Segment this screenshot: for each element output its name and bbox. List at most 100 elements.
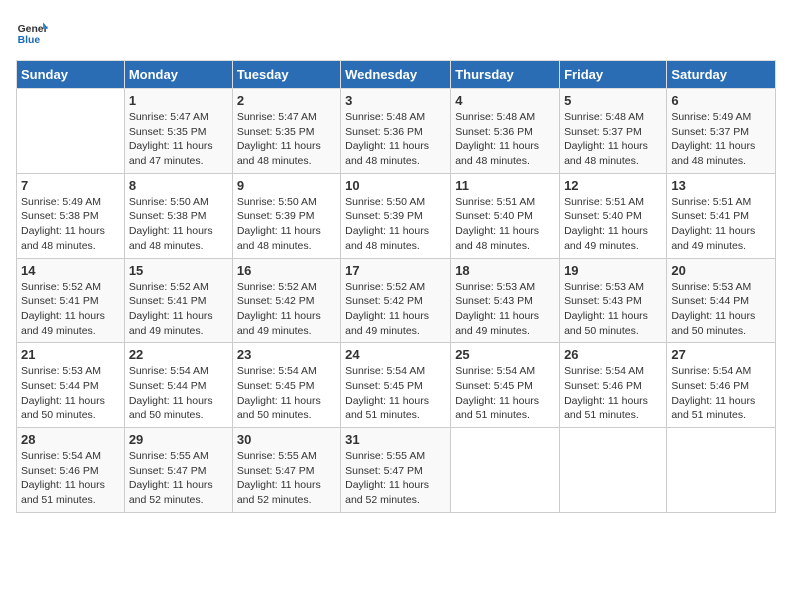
day-info: Sunrise: 5:54 AM Sunset: 5:45 PM Dayligh… bbox=[455, 364, 555, 423]
day-number: 13 bbox=[671, 178, 771, 193]
day-number: 6 bbox=[671, 93, 771, 108]
calendar-cell: 6 Sunrise: 5:49 AM Sunset: 5:37 PM Daylig… bbox=[667, 89, 776, 174]
day-info: Sunrise: 5:54 AM Sunset: 5:46 PM Dayligh… bbox=[564, 364, 662, 423]
day-info: Sunrise: 5:54 AM Sunset: 5:44 PM Dayligh… bbox=[129, 364, 228, 423]
calendar-cell: 17 Sunrise: 5:52 AM Sunset: 5:42 PM Dayli… bbox=[341, 258, 451, 343]
day-number: 19 bbox=[564, 263, 662, 278]
header: General Blue bbox=[16, 16, 776, 48]
calendar-cell: 25 Sunrise: 5:54 AM Sunset: 5:45 PM Dayli… bbox=[451, 343, 560, 428]
day-number: 4 bbox=[455, 93, 555, 108]
day-number: 7 bbox=[21, 178, 120, 193]
calendar-cell: 23 Sunrise: 5:54 AM Sunset: 5:45 PM Dayli… bbox=[232, 343, 340, 428]
calendar-table: SundayMondayTuesdayWednesdayThursdayFrid… bbox=[16, 60, 776, 513]
day-info: Sunrise: 5:47 AM Sunset: 5:35 PM Dayligh… bbox=[129, 110, 228, 169]
day-number: 14 bbox=[21, 263, 120, 278]
day-number: 22 bbox=[129, 347, 228, 362]
day-info: Sunrise: 5:50 AM Sunset: 5:39 PM Dayligh… bbox=[345, 195, 446, 254]
weekday-header: Thursday bbox=[451, 61, 560, 89]
day-number: 15 bbox=[129, 263, 228, 278]
calendar-cell: 26 Sunrise: 5:54 AM Sunset: 5:46 PM Dayli… bbox=[560, 343, 667, 428]
logo: General Blue bbox=[16, 16, 52, 48]
day-number: 11 bbox=[455, 178, 555, 193]
day-info: Sunrise: 5:55 AM Sunset: 5:47 PM Dayligh… bbox=[345, 449, 446, 508]
day-number: 31 bbox=[345, 432, 446, 447]
day-info: Sunrise: 5:48 AM Sunset: 5:37 PM Dayligh… bbox=[564, 110, 662, 169]
day-info: Sunrise: 5:54 AM Sunset: 5:45 PM Dayligh… bbox=[345, 364, 446, 423]
day-info: Sunrise: 5:55 AM Sunset: 5:47 PM Dayligh… bbox=[129, 449, 228, 508]
day-info: Sunrise: 5:53 AM Sunset: 5:43 PM Dayligh… bbox=[455, 280, 555, 339]
calendar-cell bbox=[560, 428, 667, 513]
day-number: 2 bbox=[237, 93, 336, 108]
calendar-cell: 19 Sunrise: 5:53 AM Sunset: 5:43 PM Dayli… bbox=[560, 258, 667, 343]
day-info: Sunrise: 5:51 AM Sunset: 5:41 PM Dayligh… bbox=[671, 195, 771, 254]
day-number: 24 bbox=[345, 347, 446, 362]
calendar-cell: 8 Sunrise: 5:50 AM Sunset: 5:38 PM Daylig… bbox=[124, 173, 232, 258]
weekday-header: Tuesday bbox=[232, 61, 340, 89]
weekday-header: Sunday bbox=[17, 61, 125, 89]
calendar-week-row: 14 Sunrise: 5:52 AM Sunset: 5:41 PM Dayli… bbox=[17, 258, 776, 343]
day-info: Sunrise: 5:50 AM Sunset: 5:39 PM Dayligh… bbox=[237, 195, 336, 254]
calendar-cell: 9 Sunrise: 5:50 AM Sunset: 5:39 PM Daylig… bbox=[232, 173, 340, 258]
day-number: 1 bbox=[129, 93, 228, 108]
calendar-cell bbox=[17, 89, 125, 174]
calendar-cell bbox=[667, 428, 776, 513]
day-info: Sunrise: 5:53 AM Sunset: 5:43 PM Dayligh… bbox=[564, 280, 662, 339]
calendar-cell: 2 Sunrise: 5:47 AM Sunset: 5:35 PM Daylig… bbox=[232, 89, 340, 174]
calendar-cell: 15 Sunrise: 5:52 AM Sunset: 5:41 PM Dayli… bbox=[124, 258, 232, 343]
calendar-cell: 24 Sunrise: 5:54 AM Sunset: 5:45 PM Dayli… bbox=[341, 343, 451, 428]
calendar-cell: 16Sunrise: 5:52 AM Sunset: 5:42 PM Dayli… bbox=[232, 258, 340, 343]
calendar-cell: 10 Sunrise: 5:50 AM Sunset: 5:39 PM Dayli… bbox=[341, 173, 451, 258]
calendar-week-row: 21Sunrise: 5:53 AM Sunset: 5:44 PM Dayli… bbox=[17, 343, 776, 428]
day-number: 17 bbox=[345, 263, 446, 278]
calendar-cell: 30Sunrise: 5:55 AM Sunset: 5:47 PM Dayli… bbox=[232, 428, 340, 513]
calendar-cell: 29 Sunrise: 5:55 AM Sunset: 5:47 PM Dayli… bbox=[124, 428, 232, 513]
day-info: Sunrise: 5:52 AM Sunset: 5:41 PM Dayligh… bbox=[21, 280, 120, 339]
day-number: 8 bbox=[129, 178, 228, 193]
calendar-cell: 13 Sunrise: 5:51 AM Sunset: 5:41 PM Dayli… bbox=[667, 173, 776, 258]
day-number: 26 bbox=[564, 347, 662, 362]
weekday-header: Monday bbox=[124, 61, 232, 89]
day-number: 20 bbox=[671, 263, 771, 278]
weekday-header: Saturday bbox=[667, 61, 776, 89]
calendar-week-row: 1 Sunrise: 5:47 AM Sunset: 5:35 PM Daylig… bbox=[17, 89, 776, 174]
calendar-cell: 27 Sunrise: 5:54 AM Sunset: 5:46 PM Dayli… bbox=[667, 343, 776, 428]
day-number: 29 bbox=[129, 432, 228, 447]
calendar-cell: 22 Sunrise: 5:54 AM Sunset: 5:44 PM Dayli… bbox=[124, 343, 232, 428]
day-number: 25 bbox=[455, 347, 555, 362]
day-number: 3 bbox=[345, 93, 446, 108]
day-number: 30 bbox=[237, 432, 336, 447]
calendar-cell: 3 Sunrise: 5:48 AM Sunset: 5:36 PM Daylig… bbox=[341, 89, 451, 174]
day-info: Sunrise: 5:49 AM Sunset: 5:37 PM Dayligh… bbox=[671, 110, 771, 169]
calendar-week-row: 28Sunrise: 5:54 AM Sunset: 5:46 PM Dayli… bbox=[17, 428, 776, 513]
day-number: 23 bbox=[237, 347, 336, 362]
day-info: Sunrise: 5:51 AM Sunset: 5:40 PM Dayligh… bbox=[455, 195, 555, 254]
day-info: Sunrise: 5:54 AM Sunset: 5:45 PM Dayligh… bbox=[237, 364, 336, 423]
calendar-cell: 5Sunrise: 5:48 AM Sunset: 5:37 PM Daylig… bbox=[560, 89, 667, 174]
day-number: 27 bbox=[671, 347, 771, 362]
day-number: 18 bbox=[455, 263, 555, 278]
day-info: Sunrise: 5:52 AM Sunset: 5:42 PM Dayligh… bbox=[345, 280, 446, 339]
svg-text:Blue: Blue bbox=[18, 35, 41, 46]
day-info: Sunrise: 5:51 AM Sunset: 5:40 PM Dayligh… bbox=[564, 195, 662, 254]
calendar-cell: 12Sunrise: 5:51 AM Sunset: 5:40 PM Dayli… bbox=[560, 173, 667, 258]
day-info: Sunrise: 5:50 AM Sunset: 5:38 PM Dayligh… bbox=[129, 195, 228, 254]
calendar-cell: 14 Sunrise: 5:52 AM Sunset: 5:41 PM Dayli… bbox=[17, 258, 125, 343]
day-number: 21 bbox=[21, 347, 120, 362]
calendar-cell bbox=[451, 428, 560, 513]
day-info: Sunrise: 5:52 AM Sunset: 5:41 PM Dayligh… bbox=[129, 280, 228, 339]
day-info: Sunrise: 5:54 AM Sunset: 5:46 PM Dayligh… bbox=[671, 364, 771, 423]
day-info: Sunrise: 5:47 AM Sunset: 5:35 PM Dayligh… bbox=[237, 110, 336, 169]
calendar-cell: 20Sunrise: 5:53 AM Sunset: 5:44 PM Dayli… bbox=[667, 258, 776, 343]
day-info: Sunrise: 5:48 AM Sunset: 5:36 PM Dayligh… bbox=[455, 110, 555, 169]
weekday-header-row: SundayMondayTuesdayWednesdayThursdayFrid… bbox=[17, 61, 776, 89]
calendar-cell: 1 Sunrise: 5:47 AM Sunset: 5:35 PM Daylig… bbox=[124, 89, 232, 174]
weekday-header: Friday bbox=[560, 61, 667, 89]
day-number: 10 bbox=[345, 178, 446, 193]
calendar-cell: 18 Sunrise: 5:53 AM Sunset: 5:43 PM Dayli… bbox=[451, 258, 560, 343]
day-info: Sunrise: 5:48 AM Sunset: 5:36 PM Dayligh… bbox=[345, 110, 446, 169]
day-number: 9 bbox=[237, 178, 336, 193]
day-info: Sunrise: 5:49 AM Sunset: 5:38 PM Dayligh… bbox=[21, 195, 120, 254]
day-number: 16 bbox=[237, 263, 336, 278]
calendar-cell: 11 Sunrise: 5:51 AM Sunset: 5:40 PM Dayli… bbox=[451, 173, 560, 258]
calendar-cell: 31 Sunrise: 5:55 AM Sunset: 5:47 PM Dayli… bbox=[341, 428, 451, 513]
